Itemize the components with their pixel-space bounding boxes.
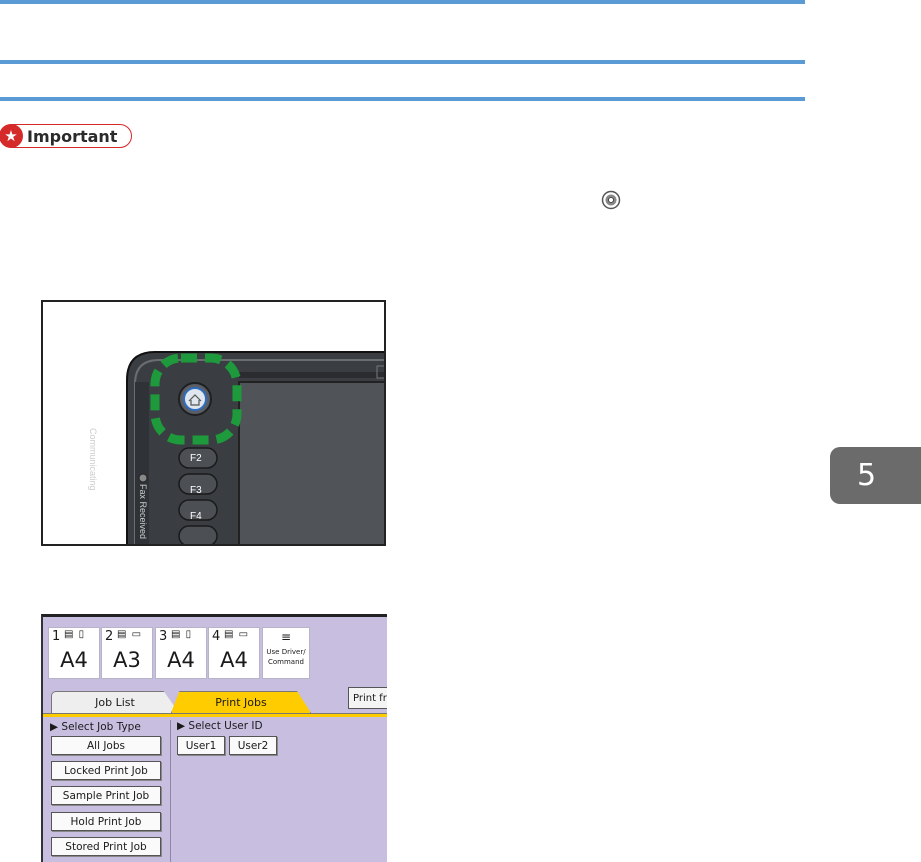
paper-stack-icon: ≡ xyxy=(280,630,292,644)
print-from-label: Print fro xyxy=(353,692,387,704)
header-rule-top xyxy=(0,0,805,4)
tray-4[interactable]: 4 ▤ ▭ A4 xyxy=(208,627,260,679)
tray-paper-size: A4 xyxy=(60,648,88,672)
tab-print-jobs[interactable]: Print Jobs xyxy=(171,691,311,713)
paper-tray-icon: ▤ ▯ xyxy=(64,629,86,640)
button-label: User2 xyxy=(237,739,269,752)
button-label: Stored Print Job xyxy=(65,840,147,853)
user1-button[interactable]: User1 xyxy=(177,736,225,755)
touch-screen: 1 ▤ ▯ A4 2 ▤ ▭ A3 3 ▤ ▯ A4 4 ▤ ▭ A4 ≡ Us… xyxy=(41,614,387,862)
important-label: Important xyxy=(27,126,118,146)
tray-1[interactable]: 1 ▤ ▯ A4 xyxy=(48,627,100,679)
button-label: All Jobs xyxy=(86,739,125,752)
tab-underline xyxy=(43,713,387,717)
important-badge: ★ Important xyxy=(0,124,132,148)
f3-key-label: F3 xyxy=(190,485,202,496)
header-rule-bottom xyxy=(0,97,805,101)
select-user-id-label: ▶ Select User ID xyxy=(177,720,263,732)
button-label: Sample Print Job xyxy=(62,789,150,802)
stored-print-job-button[interactable]: Stored Print Job xyxy=(51,837,161,856)
all-jobs-button[interactable]: All Jobs xyxy=(51,736,161,755)
print-from-button[interactable]: Print fro xyxy=(348,687,387,709)
user2-button[interactable]: User2 xyxy=(229,736,277,755)
tray-number: 4 xyxy=(212,629,221,644)
sample-print-job-button[interactable]: Sample Print Job xyxy=(51,786,161,805)
tab-job-list[interactable]: Job List xyxy=(51,691,179,713)
select-job-type-label: ▶ Select Job Type xyxy=(50,721,141,733)
fax-received-indicator-label: Fax Received xyxy=(138,484,148,540)
tray-number: 1 xyxy=(52,629,61,644)
screen-top-line xyxy=(88,614,387,617)
tab-job-list-label: Job List xyxy=(95,696,135,709)
control-panel-illustration: F2 F3 F4 Communicating Fax Received xyxy=(41,300,386,546)
use-driver-label: Use Driver/ Command xyxy=(266,648,306,666)
button-label: User1 xyxy=(185,739,217,752)
use-driver-command-button[interactable]: ≡ Use Driver/ Command xyxy=(262,627,310,679)
tray-number: 2 xyxy=(105,629,114,644)
button-label: Locked Print Job xyxy=(64,764,148,777)
f2-key-label: F2 xyxy=(190,453,202,464)
paper-tray-icon: ▤ ▭ xyxy=(117,629,143,640)
chapter-tab: 5 xyxy=(830,447,921,504)
tab-print-jobs-label: Print Jobs xyxy=(215,696,267,709)
tray-3[interactable]: 3 ▤ ▯ A4 xyxy=(155,627,207,679)
tray-paper-size: A3 xyxy=(113,648,141,672)
communicating-indicator-label: Communicating xyxy=(88,428,98,491)
locked-print-job-button[interactable]: Locked Print Job xyxy=(51,761,161,780)
tray-paper-size: A4 xyxy=(167,648,195,672)
header-rule-middle xyxy=(0,60,805,64)
chapter-number: 5 xyxy=(856,458,877,493)
disc-icon xyxy=(601,190,621,210)
tray-2[interactable]: 2 ▤ ▭ A3 xyxy=(101,627,153,679)
section-divider xyxy=(170,720,171,862)
button-label: Hold Print Job xyxy=(70,815,142,828)
paper-tray-icon: ▤ ▯ xyxy=(171,629,193,640)
hold-print-job-button[interactable]: Hold Print Job xyxy=(51,812,161,831)
tray-number: 3 xyxy=(159,629,168,644)
star-icon: ★ xyxy=(0,124,23,148)
f4-key-label: F4 xyxy=(190,511,202,522)
paper-tray-icon: ▤ ▭ xyxy=(224,629,250,640)
tray-paper-size: A4 xyxy=(220,648,248,672)
